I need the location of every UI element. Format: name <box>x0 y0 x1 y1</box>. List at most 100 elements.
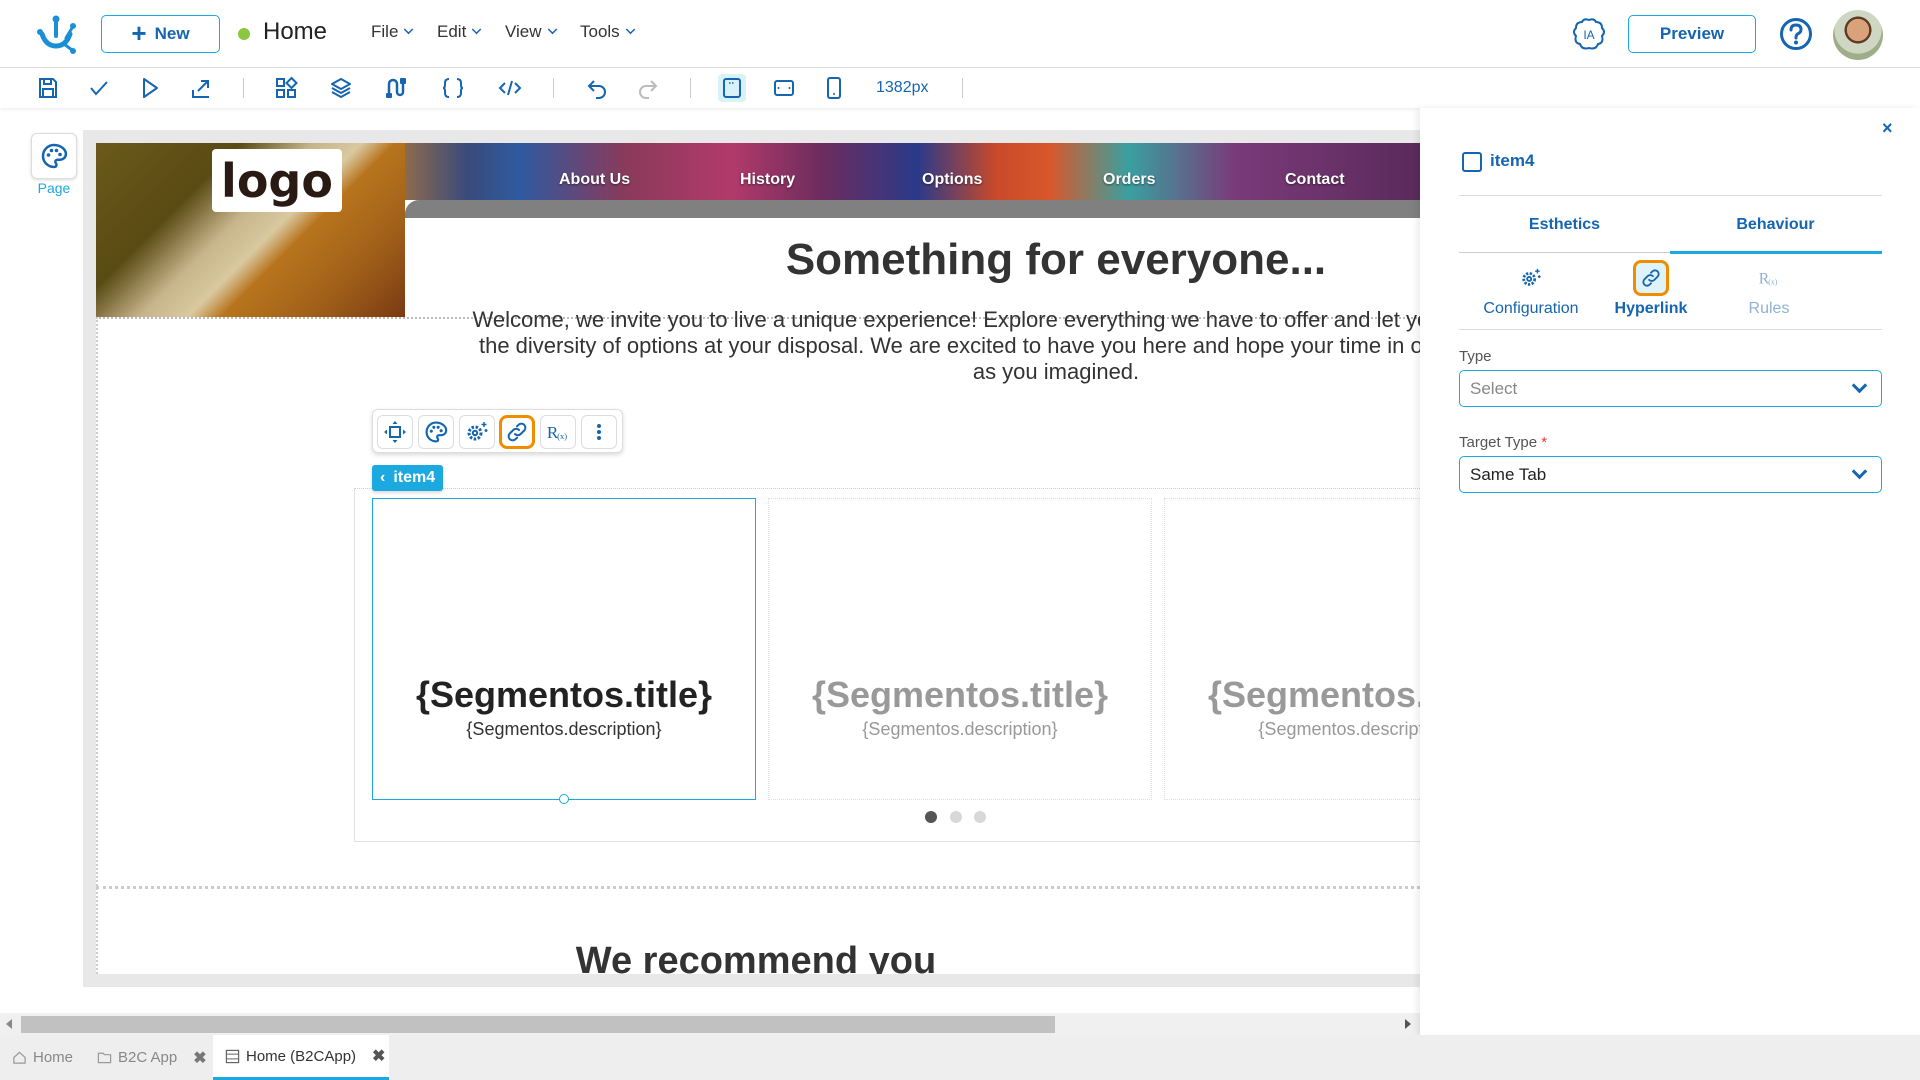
home-icon <box>13 1051 26 1064</box>
type-label: Type <box>1459 348 1492 365</box>
move-icon[interactable] <box>377 415 413 449</box>
code-icon[interactable] <box>496 74 524 102</box>
tab-home-b2capp[interactable]: Home (B2CApp) ✖ <box>213 1035 389 1080</box>
tab-behaviour[interactable]: Behaviour <box>1670 216 1881 234</box>
design-canvas[interactable]: logo About Us History Options Orders Con… <box>83 130 1420 987</box>
tab-b2c-app[interactable]: B2C App ✖ <box>97 1035 207 1080</box>
header-bar <box>405 200 1420 218</box>
new-button-label: New <box>154 24 190 43</box>
nav-history[interactable]: History <box>740 171 795 189</box>
palette-icon[interactable] <box>418 415 454 449</box>
app-logo-icon[interactable] <box>36 14 76 54</box>
toolbar-divider <box>553 78 554 98</box>
tablet-view-icon[interactable] <box>770 74 798 102</box>
hyperlink-icon[interactable] <box>499 415 535 449</box>
carousel-item[interactable]: {Segmentos.title} {Segmentos.description… <box>768 498 1152 800</box>
scroll-left-arrow-icon[interactable] <box>6 1019 12 1029</box>
selected-item-label: item4 <box>393 469 436 486</box>
nav-orders[interactable]: Orders <box>1103 171 1155 189</box>
tab-home[interactable]: Home <box>12 1035 85 1080</box>
menu-tools-label: Tools <box>580 22 620 41</box>
nav-contact[interactable]: Contact <box>1285 171 1345 189</box>
page-preview: logo About Us History Options Orders Con… <box>96 143 1420 974</box>
carousel-dot-2[interactable] <box>950 811 962 823</box>
container-icon <box>1462 152 1482 172</box>
rules-icon[interactable]: R (x) <box>540 415 576 449</box>
check-icon[interactable] <box>85 74 113 102</box>
subtab-hyperlink[interactable]: Hyperlink <box>1591 260 1711 318</box>
hero-text[interactable]: Welcome, we invite you to live a unique … <box>466 307 1420 385</box>
tab-esthetics[interactable]: Esthetics <box>1459 216 1670 234</box>
menu-file[interactable]: File <box>371 22 414 42</box>
chevron-left-icon: ‹ <box>380 469 386 486</box>
target-type-select[interactable]: Same Tab <box>1459 456 1882 493</box>
tab-divider <box>1459 252 1670 253</box>
document-tabs: Home B2C App ✖ Home (B2CApp) ✖ <box>0 1035 1920 1080</box>
subtab-rules-label: Rules <box>1748 300 1790 317</box>
play-icon[interactable] <box>136 74 164 102</box>
subtab-rules[interactable]: R (x) Rules <box>1709 260 1829 318</box>
layers-icon[interactable] <box>327 74 355 102</box>
chevron-down-icon <box>1851 377 1868 394</box>
redo-icon[interactable] <box>634 74 662 102</box>
components-icon[interactable] <box>272 74 300 102</box>
status-indicator <box>238 28 250 40</box>
editor-toolbar: 1382px <box>0 68 1920 108</box>
type-select[interactable]: Select <box>1459 370 1882 407</box>
palette-icon <box>41 143 68 169</box>
carousel-item-selected[interactable]: {Segmentos.title} {Segmentos.description… <box>372 498 756 800</box>
hero-title[interactable]: Something for everyone... <box>396 235 1420 285</box>
configuration-gear-icon[interactable] <box>459 415 495 449</box>
scroll-right-arrow-icon[interactable] <box>1405 1019 1411 1029</box>
nav-about-us[interactable]: About Us <box>559 171 630 189</box>
page-settings-label: Page <box>37 180 71 196</box>
active-tab-indicator <box>1670 251 1882 254</box>
toolbar-divider <box>962 78 963 98</box>
mobile-view-icon[interactable] <box>820 74 848 102</box>
hyperlink-icon <box>1633 260 1669 296</box>
page-settings-button[interactable] <box>31 133 77 179</box>
desktop-view-icon[interactable] <box>718 74 746 102</box>
chevron-down-icon <box>404 24 414 35</box>
nav-options[interactable]: Options <box>922 171 982 189</box>
menu-file-label: File <box>371 22 399 41</box>
svg-text:(x): (x) <box>1768 277 1778 286</box>
more-options-icon[interactable] <box>581 415 617 449</box>
menu-edit[interactable]: Edit <box>437 22 482 42</box>
page-title: Home <box>263 18 328 45</box>
connections-icon[interactable] <box>382 74 410 102</box>
menu-view[interactable]: View <box>505 22 557 42</box>
site-logo[interactable]: logo <box>212 149 342 212</box>
target-type-label: Target Type * <box>1459 434 1547 451</box>
subtab-configuration[interactable]: Configuration <box>1471 260 1591 318</box>
help-icon[interactable] <box>1779 17 1813 51</box>
braces-icon[interactable] <box>439 74 467 102</box>
divider <box>1459 329 1882 330</box>
card-description: {Segmentos.description} <box>1258 719 1420 739</box>
close-tab-icon[interactable]: ✖ <box>372 1046 385 1066</box>
configuration-gear-icon <box>1513 260 1549 296</box>
plus-icon: + <box>131 18 147 48</box>
folder-icon <box>97 1052 112 1064</box>
ia-assistant-icon[interactable]: IA <box>1572 17 1606 51</box>
preview-button[interactable]: Preview <box>1628 15 1756 53</box>
menu-tools[interactable]: Tools <box>580 22 635 42</box>
carousel-item[interactable]: {Segmentos.title} {Segmentos.description… <box>1164 498 1420 800</box>
close-icon[interactable]: × <box>1882 118 1893 139</box>
resize-handle[interactable] <box>559 794 569 804</box>
export-icon[interactable] <box>187 74 215 102</box>
save-icon[interactable] <box>34 74 62 102</box>
undo-icon[interactable] <box>583 74 611 102</box>
new-button[interactable]: + New <box>101 15 220 53</box>
chevron-down-icon <box>472 24 482 35</box>
menu-view-label: View <box>505 22 542 41</box>
carousel-dot-1[interactable] <box>925 811 937 823</box>
section-boundary <box>96 886 1420 889</box>
scrollbar-thumb[interactable] <box>21 1016 1055 1033</box>
recommend-title[interactable]: We recommend you <box>96 940 1420 974</box>
selected-item-badge[interactable]: ‹ item4 <box>372 465 444 491</box>
carousel-dot-3[interactable] <box>974 811 986 823</box>
close-tab-icon[interactable]: ✖ <box>193 1048 206 1068</box>
user-avatar[interactable] <box>1833 10 1883 60</box>
divider <box>1459 195 1882 196</box>
